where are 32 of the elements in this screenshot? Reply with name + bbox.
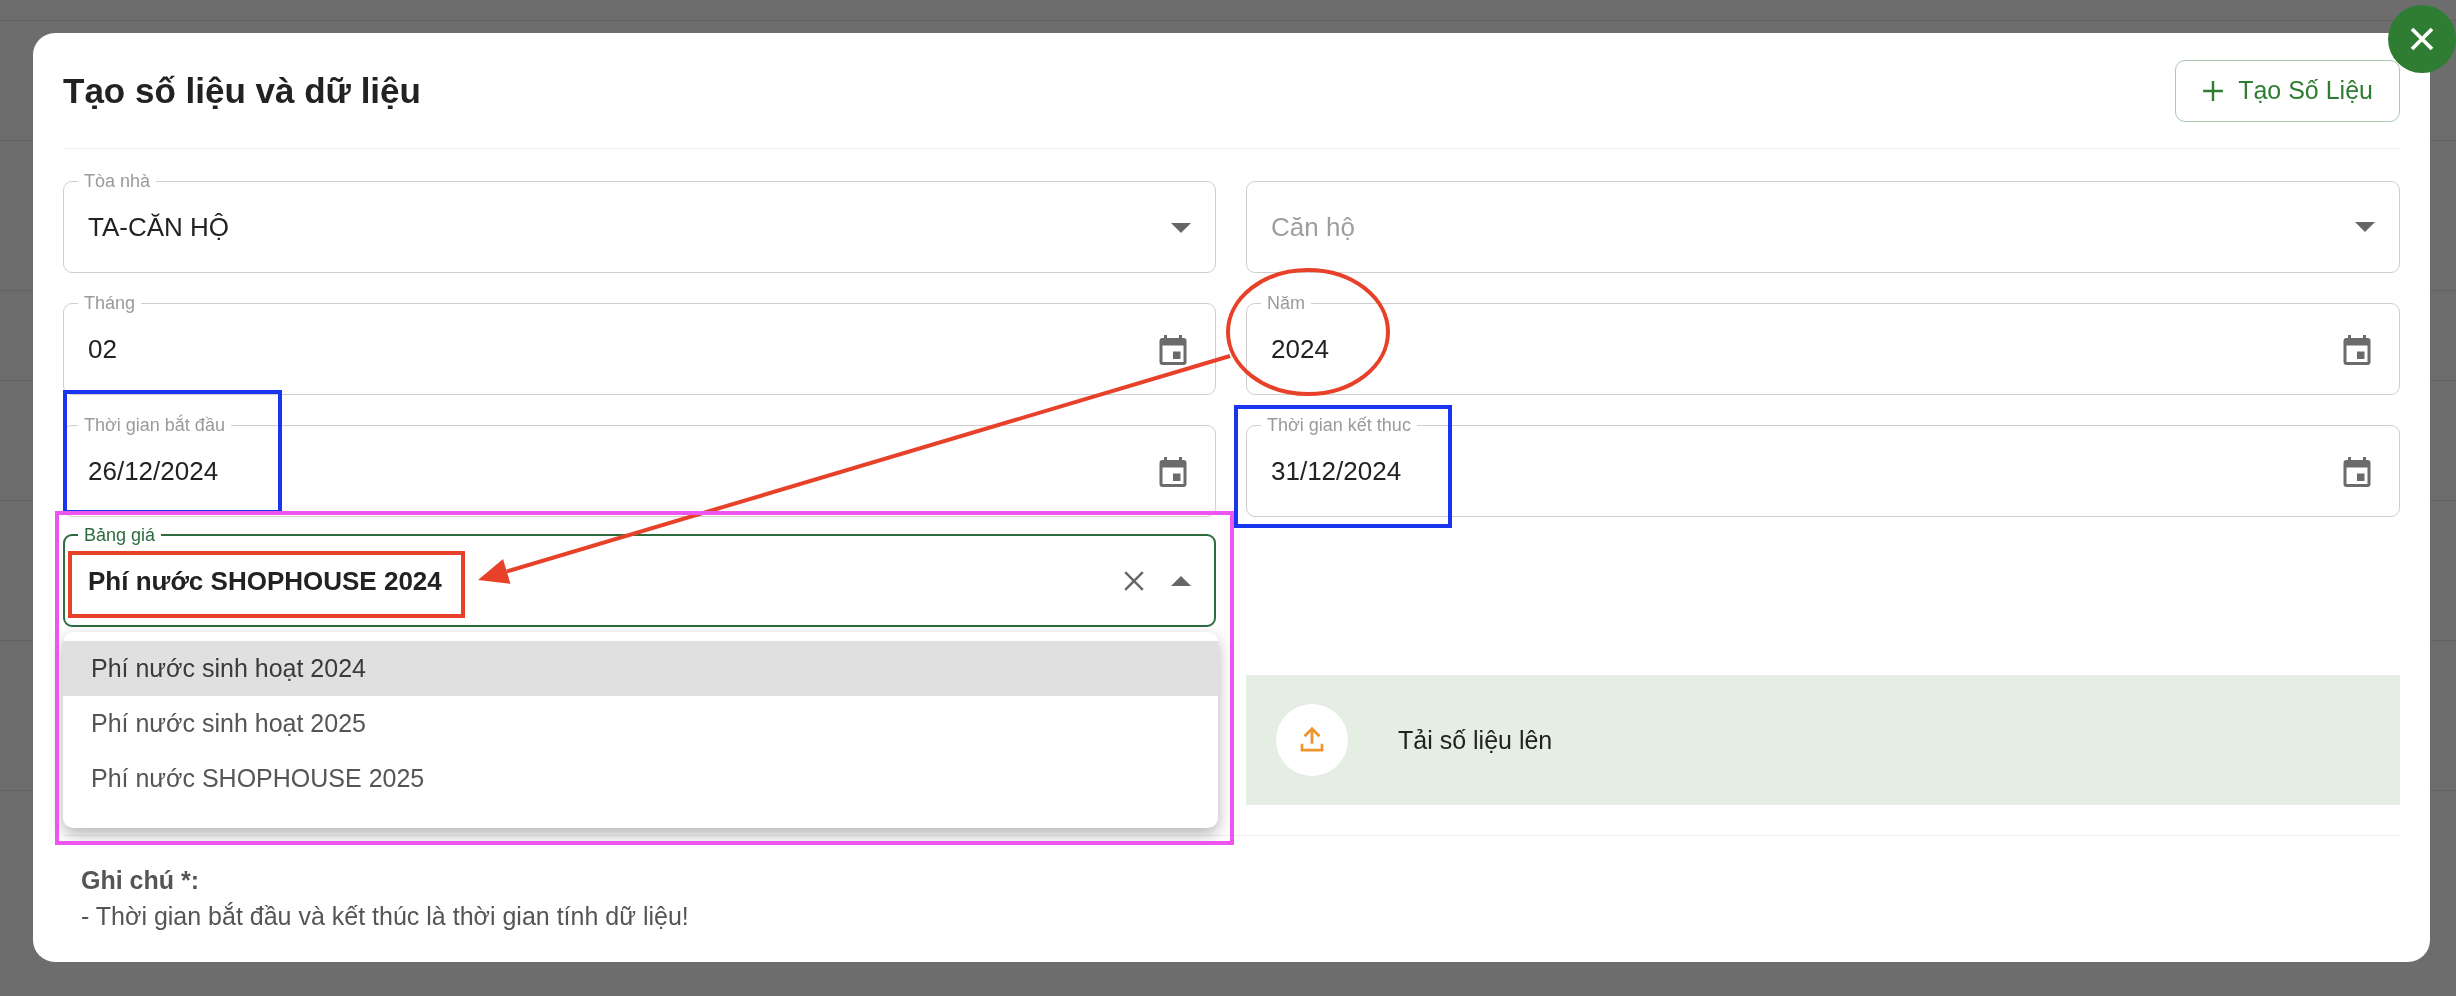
field-label: Tòa nhà bbox=[83, 171, 152, 191]
field-value: TA-CĂN HỘ bbox=[88, 212, 230, 243]
field-label: Năm bbox=[1266, 293, 1306, 313]
note-title: Ghi chú *: bbox=[81, 865, 201, 896]
field-label: Thời gian kết thuc bbox=[1266, 415, 1412, 435]
select-field[interactable]: Tòa nhà TA-CĂN HỘ bbox=[63, 171, 1216, 273]
field-value: 31/12/2024 bbox=[1271, 456, 1402, 487]
field-label: Tháng bbox=[83, 293, 137, 313]
upload-panel[interactable]: Tải số liệu lên bbox=[1246, 675, 2400, 805]
close-button[interactable] bbox=[2388, 5, 2456, 73]
field-label: Bảng giá bbox=[83, 525, 157, 545]
upload-label: Tải số liệu lên bbox=[1398, 725, 1553, 755]
field-label: Thời gian bắt đầu bbox=[83, 415, 226, 435]
clear-icon[interactable] bbox=[1123, 570, 1145, 592]
create-button[interactable]: Tạo Số Liệu bbox=[2175, 59, 2400, 122]
field-placeholder: Căn hộ bbox=[1271, 211, 1355, 243]
caret-up-icon[interactable] bbox=[1171, 576, 1191, 586]
dropdown-option[interactable]: Phí nước SHOPHOUSE 2025 bbox=[63, 751, 1218, 806]
dialog-title: Tạo số liệu và dữ liệu bbox=[63, 70, 421, 111]
field-value: 02 bbox=[88, 334, 117, 365]
field-value: 26/12/2024 bbox=[88, 456, 219, 487]
date-field[interactable]: Thời gian kết thuc 31/12/2024 bbox=[1246, 415, 2400, 517]
field-value: 2024 bbox=[1271, 334, 1329, 365]
dropdown-option[interactable]: Phí nước sinh hoạt 2024 bbox=[63, 641, 1218, 696]
dropdown-option[interactable]: Phí nước sinh hoạt 2025 bbox=[63, 696, 1218, 751]
note-text: - Thời gian bắt đầu và kết thúc là thời gian tính dữ liệu! bbox=[81, 901, 690, 932]
plus-icon[interactable] bbox=[2202, 79, 2225, 102]
caret-down-icon[interactable] bbox=[1171, 222, 1191, 233]
caret-down-icon[interactable] bbox=[2355, 222, 2375, 232]
date-field[interactable]: Năm 2024 bbox=[1246, 293, 2400, 395]
date-field[interactable]: Tháng 02 bbox=[63, 293, 1216, 395]
field-value: Phí nước SHOPHOUSE 2024 bbox=[88, 565, 442, 597]
